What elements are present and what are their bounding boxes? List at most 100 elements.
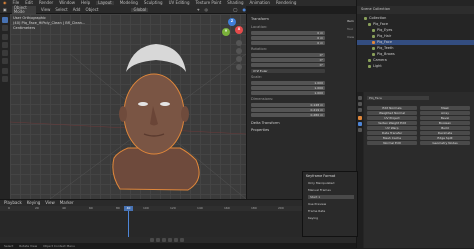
select-tool-icon[interactable]	[2, 17, 8, 23]
zoom-icon[interactable]	[236, 40, 242, 46]
jump-end-icon[interactable]	[180, 238, 184, 242]
rotation-z-field[interactable]: 0°	[251, 63, 325, 67]
scale-z-field[interactable]: 1.000	[251, 91, 325, 95]
transform-tool-icon[interactable]	[2, 58, 8, 64]
shading-solid-icon[interactable]: ●	[243, 7, 247, 12]
menu-window[interactable]: Window	[59, 1, 75, 5]
modifier-option[interactable]: Boolean	[420, 121, 470, 125]
workspace-tab-layout[interactable]: Layout	[96, 1, 114, 5]
modifier-option[interactable]: Bevel	[420, 116, 470, 120]
outliner-row[interactable]: Plq_Eyes	[357, 28, 474, 33]
object-name-field[interactable]: Plq_Face	[367, 96, 429, 100]
workspace-tab-animation[interactable]: Animation	[250, 1, 270, 5]
modifier-option[interactable]: UV Warp	[367, 126, 417, 130]
menu-view[interactable]: View	[41, 7, 51, 12]
play-icon[interactable]	[168, 238, 172, 242]
workspace-tab-texture[interactable]: Texture Paint	[195, 1, 221, 5]
material-props-icon[interactable]	[358, 128, 362, 132]
prev-key-icon[interactable]	[156, 238, 160, 242]
modifier-option[interactable]: Edit Normals	[367, 106, 417, 110]
rotation-mode-dropdown[interactable]: XYZ Euler	[251, 69, 325, 73]
move-tool-icon[interactable]	[2, 34, 8, 40]
grid-icon[interactable]	[236, 64, 242, 70]
section-properties[interactable]: Properties	[251, 128, 269, 133]
modifier-option[interactable]: Weighted Normal	[367, 111, 417, 115]
menu-render[interactable]: Render	[39, 1, 53, 5]
jump-start-icon[interactable]	[150, 238, 154, 242]
head-model[interactable]	[10, 14, 246, 199]
mode-selector[interactable]: Object Mode	[11, 5, 36, 14]
editor-type-icon[interactable]: ▣	[3, 7, 7, 12]
outliner-row[interactable]: Plq_Brows	[357, 52, 474, 57]
snap-icon[interactable]: ⌖	[197, 7, 199, 12]
workspace-tab-rendering[interactable]: Rendering	[276, 1, 296, 5]
output-props-icon[interactable]	[358, 108, 362, 112]
render-props-icon[interactable]	[358, 102, 362, 106]
popover-row-5[interactable]: Keying	[308, 217, 318, 220]
menu-view-timeline[interactable]: View	[45, 201, 55, 205]
location-x-field[interactable]: 0 m	[251, 31, 325, 35]
scale-tool-icon[interactable]	[2, 50, 8, 56]
object-props-icon[interactable]	[358, 116, 362, 120]
section-delta-transform[interactable]: Delta Transform	[251, 121, 280, 126]
location-z-field[interactable]: 0 m	[251, 41, 325, 45]
measure-tool-icon[interactable]	[2, 76, 8, 82]
next-key-icon[interactable]	[174, 238, 178, 242]
workspace-tab-shading[interactable]: Shading	[227, 1, 243, 5]
rotation-x-field[interactable]: 0°	[251, 53, 325, 57]
menu-playback[interactable]: Playback	[4, 201, 22, 205]
npanel-tab-tool[interactable]: Tool	[347, 28, 353, 31]
npanel-tab-item[interactable]: Item	[347, 20, 354, 23]
modifier-option[interactable]: Mask	[420, 106, 470, 110]
scale-x-field[interactable]: 1.000	[251, 81, 325, 85]
gizmo-y-axis-icon[interactable]: Y	[222, 28, 230, 36]
blender-logo-icon[interactable]: ◉	[3, 1, 7, 5]
menu-keying[interactable]: Keying	[27, 201, 40, 205]
gizmo-z-axis-icon[interactable]: Z	[228, 18, 236, 26]
scale-y-field[interactable]: 1.000	[251, 86, 325, 90]
popover-row-2[interactable]: Manual Frames	[308, 189, 331, 192]
tool-props-icon[interactable]	[358, 96, 362, 100]
dimension-z-field[interactable]: 0.280 m	[251, 113, 325, 117]
outliner-row[interactable]: Plq_Teeth	[357, 46, 474, 51]
hand-icon[interactable]	[236, 48, 242, 54]
modifier-option[interactable]: Decimate	[420, 131, 470, 135]
modifier-option[interactable]: UV Project	[367, 116, 417, 120]
proportional-edit-icon[interactable]: ◎	[205, 7, 209, 12]
cursor-tool-icon[interactable]	[2, 25, 8, 31]
rotation-y-field[interactable]: 0°	[251, 58, 325, 62]
outliner-row[interactable]: Collection	[357, 16, 474, 21]
orientation-dropdown[interactable]: Global	[131, 7, 149, 12]
menu-help[interactable]: Help	[81, 1, 90, 5]
menu-add[interactable]: Add	[73, 7, 81, 12]
outliner-row[interactable]: Plq_Hair	[357, 34, 474, 39]
workspace-tab-uv[interactable]: UV Editing	[169, 1, 190, 5]
modifier-option[interactable]: Geometry Nodes	[420, 141, 470, 145]
outliner-row[interactable]: Plq_Face	[357, 40, 474, 45]
outliner-row[interactable]: Camera	[357, 58, 474, 63]
3d-viewport[interactable]: User Orthographic (40) Plq_Face_HiPoly_C…	[10, 14, 246, 199]
section-transform[interactable]: Transform	[251, 17, 269, 22]
modifier-option[interactable]: Vertex Weight Edit	[367, 121, 417, 125]
modifier-option[interactable]: Data Transfer	[367, 131, 417, 135]
workspace-tab-modeling[interactable]: Modeling	[120, 1, 138, 5]
popover-row-1[interactable]: Only Manipulated	[308, 182, 334, 185]
outliner-row[interactable]: Light	[357, 64, 474, 69]
camera-icon[interactable]	[236, 56, 242, 62]
modifier-option[interactable]: Array	[420, 111, 470, 115]
play-reverse-icon[interactable]	[162, 238, 166, 242]
dimension-x-field[interactable]: 0.148 m	[251, 103, 325, 107]
modifier-option[interactable]: Mesh Cache	[367, 136, 417, 140]
menu-object[interactable]: Object	[85, 7, 98, 12]
popover-row-4[interactable]: Frame Rate	[308, 210, 325, 213]
dimension-y-field[interactable]: 0.219 m	[251, 108, 325, 112]
modifier-props-icon[interactable]	[358, 122, 362, 126]
menu-marker[interactable]: Marker	[60, 201, 74, 205]
modifier-option[interactable]: Normal Edit	[367, 141, 417, 145]
npanel-tab-view[interactable]: View	[347, 36, 354, 39]
workspace-tab-sculpting[interactable]: Sculpting	[144, 1, 163, 5]
current-frame-label[interactable]: 40	[124, 206, 133, 211]
rotate-tool-icon[interactable]	[2, 42, 8, 48]
gizmo-x-axis-icon[interactable]: X	[235, 26, 243, 34]
popover-field[interactable]: Start 1	[308, 195, 354, 199]
